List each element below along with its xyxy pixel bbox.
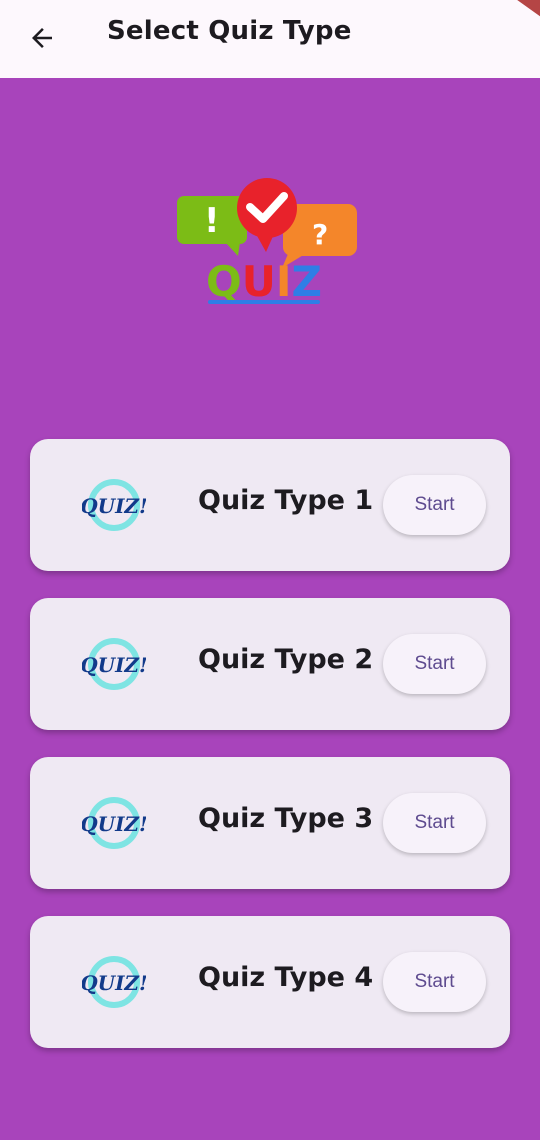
quiz-type-card[interactable]: QUIZ! Quiz Type 1 Start xyxy=(30,439,510,571)
quiz-badge-icon: QUIZ! xyxy=(82,638,146,690)
back-button[interactable] xyxy=(24,20,60,56)
quiz-type-label: Quiz Type 2 xyxy=(198,644,374,675)
start-button[interactable]: Start xyxy=(383,952,486,1012)
quiz-badge-icon: QUIZ! xyxy=(82,797,146,849)
quiz-type-label: Quiz Type 4 xyxy=(198,962,374,993)
start-button[interactable]: Start xyxy=(383,793,486,853)
svg-text:QUIZ!: QUIZ! xyxy=(82,494,146,518)
start-button[interactable]: Start xyxy=(383,634,486,694)
exclamation-symbol: ! xyxy=(204,201,220,241)
debug-banner xyxy=(517,0,540,17)
arrow-left-icon xyxy=(32,28,52,48)
svg-text:QUIZ!: QUIZ! xyxy=(82,812,146,836)
start-button[interactable]: Start xyxy=(383,475,486,535)
quiz-badge-icon: QUIZ! xyxy=(82,479,146,531)
svg-text:QUIZ: QUIZ xyxy=(206,257,322,306)
page-title: Select Quiz Type xyxy=(107,16,352,46)
quiz-type-card[interactable]: QUIZ! Quiz Type 4 Start xyxy=(30,916,510,1048)
svg-text:QUIZ!: QUIZ! xyxy=(82,653,146,677)
quiz-type-label: Quiz Type 1 xyxy=(198,485,374,516)
quiz-type-card[interactable]: QUIZ! Quiz Type 2 Start xyxy=(30,598,510,730)
svg-text:QUIZ!: QUIZ! xyxy=(82,971,146,995)
quiz-type-label: Quiz Type 3 xyxy=(198,803,374,834)
quiz-logo: ! ? QUIZ xyxy=(177,178,357,306)
question-symbol: ? xyxy=(312,218,328,251)
quiz-badge-icon: QUIZ! xyxy=(82,956,146,1008)
quiz-type-card[interactable]: QUIZ! Quiz Type 3 Start xyxy=(30,757,510,889)
app-bar: Select Quiz Type xyxy=(0,0,540,78)
